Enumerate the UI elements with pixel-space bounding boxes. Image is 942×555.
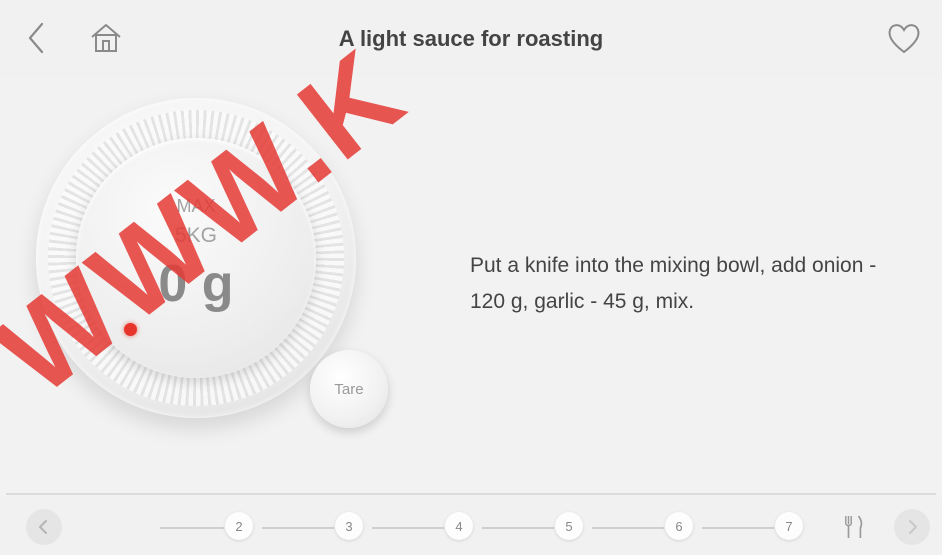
step-instruction: Put a knife into the mixing bowl, add on…	[470, 254, 877, 313]
top-bar: A light sauce for roasting	[0, 0, 942, 78]
serve-step-button[interactable]	[836, 509, 872, 545]
previous-step-button[interactable]	[26, 509, 62, 545]
step-2[interactable]: 2	[225, 512, 253, 540]
step-5[interactable]: 5	[555, 512, 583, 540]
step-connector	[592, 527, 664, 529]
scale-dial[interactable]: MAX 5KG 0 g	[36, 98, 356, 418]
step-4[interactable]: 4	[445, 512, 473, 540]
dial-indicator-dot	[124, 323, 137, 336]
main-content: MAX 5KG 0 g Tare Put a knife into the mi…	[0, 78, 942, 490]
page-title: A light sauce for roasting	[338, 26, 604, 51]
step-3[interactable]: 3	[335, 512, 363, 540]
max-label: MAX	[176, 196, 216, 216]
next-step-button[interactable]	[894, 509, 930, 545]
step-navigation: 2 3 4 5 6 7	[0, 497, 942, 555]
fork-knife-icon	[845, 515, 863, 538]
weight-readout: 0 g	[158, 255, 234, 313]
step-connector	[372, 527, 444, 529]
step-connector	[702, 527, 774, 529]
tare-button[interactable]: Tare	[310, 350, 388, 428]
step-connector	[160, 527, 224, 529]
favorite-button[interactable]	[884, 18, 924, 58]
heart-outline-icon	[888, 24, 920, 54]
step-connector	[262, 527, 334, 529]
scale-display: MAX 5KG 0 g	[76, 138, 316, 378]
step-6[interactable]: 6	[665, 512, 693, 540]
footer-divider	[6, 493, 936, 495]
chevron-left-icon	[39, 520, 47, 534]
capacity-label: 5KG	[174, 224, 218, 247]
chevron-right-icon	[909, 520, 917, 534]
step-7[interactable]: 7	[775, 512, 803, 540]
tare-label: Tare	[334, 380, 364, 398]
step-connector	[482, 527, 554, 529]
